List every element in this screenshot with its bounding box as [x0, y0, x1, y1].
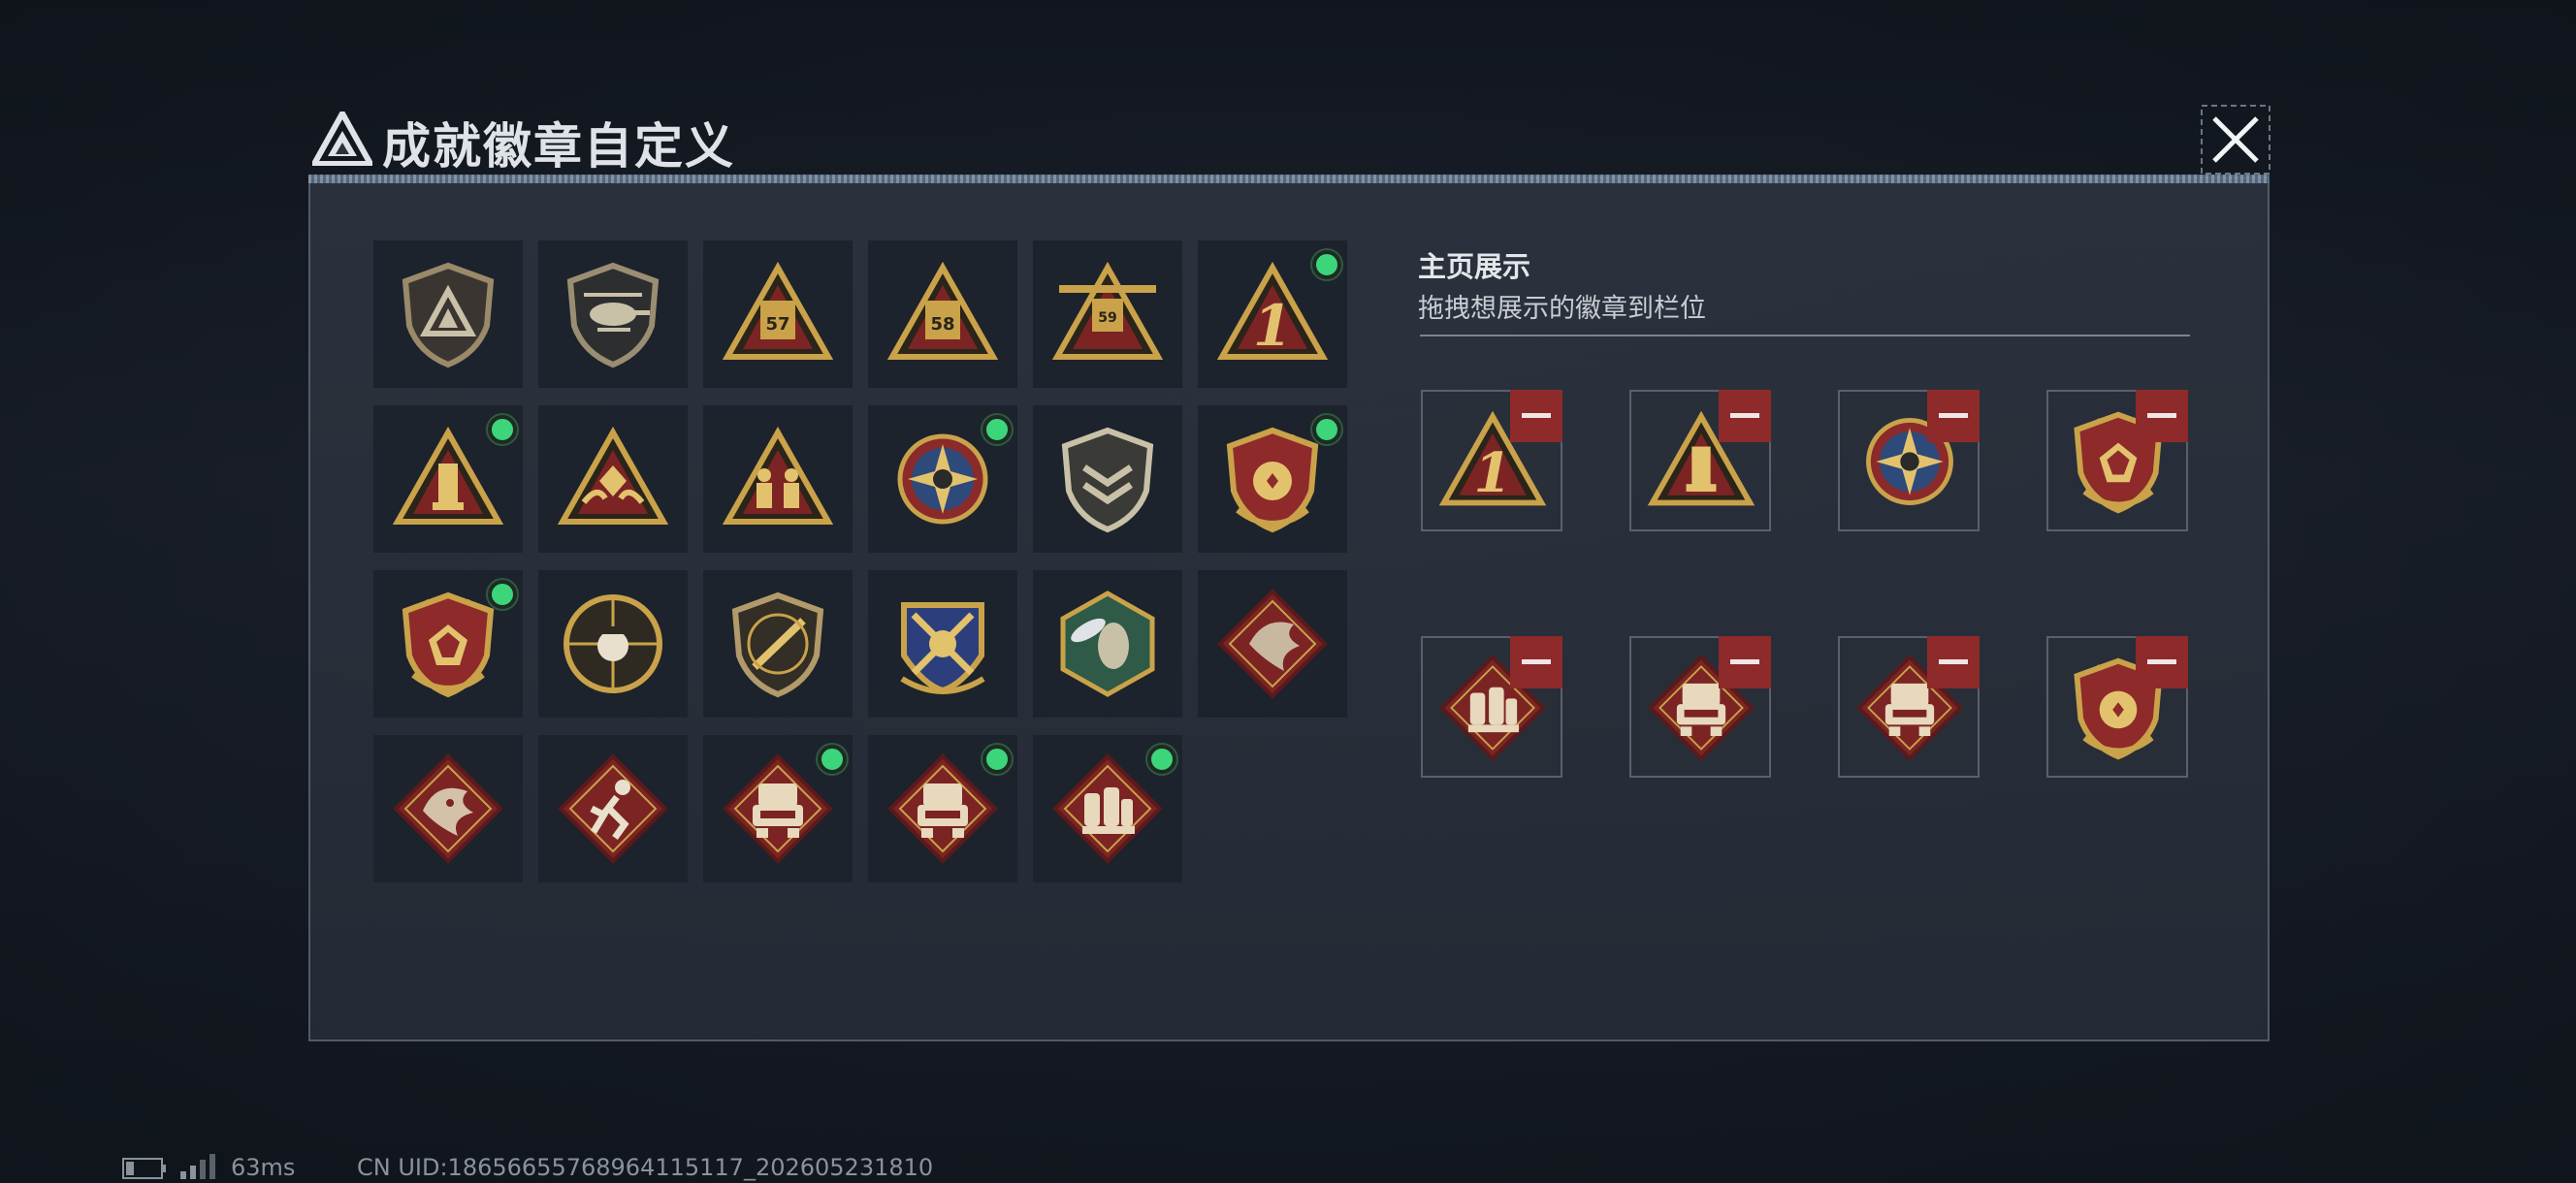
new-indicator-dot — [982, 745, 1012, 774]
close-icon[interactable] — [2201, 105, 2270, 175]
badge-cell[interactable] — [538, 570, 688, 718]
triangle-soldiers-badge-icon — [722, 426, 834, 525]
ping-readout: 63ms — [231, 1154, 296, 1181]
signal-icon — [180, 1154, 215, 1179]
rifle-shield-badge-icon — [731, 592, 824, 698]
display-slot[interactable] — [2046, 390, 2188, 531]
triangle-tower-badge-icon — [392, 426, 504, 525]
badge-cell[interactable] — [373, 735, 523, 882]
svg-text:1: 1 — [1474, 441, 1512, 505]
svg-text:59: 59 — [1098, 310, 1116, 326]
display-slot[interactable] — [1629, 390, 1771, 531]
new-indicator-dot — [488, 580, 517, 609]
panel-divider — [308, 175, 2270, 183]
display-divider — [1420, 335, 2190, 336]
remove-badge-button[interactable] — [2136, 636, 2188, 688]
badge-cell[interactable] — [868, 570, 1017, 718]
new-indicator-dot — [1147, 745, 1176, 774]
crested-shield-wreath-badge-icon — [1226, 427, 1319, 533]
vehicle-diamond-badge-icon — [723, 753, 833, 864]
display-slot[interactable] — [1838, 636, 1980, 778]
svg-text:1: 1 — [1253, 293, 1292, 359]
star-compass-medal-badge-icon — [897, 433, 988, 525]
badge-cell[interactable] — [373, 570, 523, 718]
supplies-diamond-badge-icon — [1052, 753, 1163, 864]
display-slot[interactable] — [1838, 390, 1980, 531]
crested-gem-shield-badge-icon — [402, 592, 495, 698]
display-slot[interactable] — [1421, 636, 1562, 778]
uid-readout: CN UID:18656655768964115117_202605231810 — [357, 1154, 934, 1181]
triangle-number-one-badge-icon: 1 — [1216, 261, 1329, 360]
header: 成就徽章自定义 — [306, 102, 2270, 181]
display-slot[interactable]: 1 — [1421, 390, 1562, 531]
triangle-59-winged-badge-icon: 59 — [1051, 261, 1164, 360]
display-slot[interactable] — [2046, 636, 2188, 778]
badge-cell[interactable] — [373, 240, 523, 388]
remove-badge-button[interactable] — [2136, 390, 2188, 442]
badge-cell[interactable] — [703, 570, 853, 718]
triangle-58-badge-icon: 58 — [886, 261, 999, 360]
display-slot[interactable] — [1629, 636, 1771, 778]
helicopter-shield-badge-icon — [566, 262, 660, 368]
remove-badge-button[interactable] — [1510, 390, 1562, 442]
battery-icon — [122, 1158, 166, 1179]
svg-text:57: 57 — [765, 314, 789, 335]
dragon-head-diamond-badge-icon — [393, 753, 503, 864]
badge-cell[interactable] — [538, 735, 688, 882]
new-indicator-dot — [1312, 250, 1341, 279]
badge-cell[interactable] — [1033, 570, 1182, 718]
page-title: 成就徽章自定义 — [382, 118, 735, 175]
badge-cell[interactable] — [538, 240, 688, 388]
remove-badge-button[interactable] — [1719, 390, 1771, 442]
dragon-diamond-badge-icon — [1217, 589, 1328, 699]
badge-cell[interactable] — [538, 405, 688, 553]
badge-cell[interactable] — [1033, 735, 1182, 882]
display-title: 主页展示 — [1418, 250, 1531, 283]
new-indicator-dot — [488, 415, 517, 444]
badge-cell[interactable] — [1198, 405, 1347, 553]
badge-cell[interactable] — [703, 735, 853, 882]
display-subtitle: 拖拽想展示的徽章到栏位 — [1418, 294, 1706, 324]
runner-diamond-badge-icon — [558, 753, 668, 864]
triangle-hands-gem-badge-icon — [557, 426, 669, 525]
skull-crosshair-badge-icon — [564, 594, 662, 693]
triangle-57-badge-icon: 57 — [722, 261, 834, 360]
new-indicator-dot — [982, 415, 1012, 444]
badge-cell[interactable]: 59 — [1033, 240, 1182, 388]
shield-logo-badge-icon — [402, 262, 495, 368]
badge-cell[interactable] — [703, 405, 853, 553]
new-indicator-dot — [818, 745, 847, 774]
badge-cell[interactable] — [868, 735, 1017, 882]
green-hex-wasp-badge-icon — [1060, 591, 1155, 697]
badge-cell[interactable] — [1198, 570, 1347, 718]
remove-badge-button[interactable] — [1927, 390, 1980, 442]
badge-cell[interactable] — [868, 405, 1017, 553]
new-indicator-dot — [1312, 415, 1341, 444]
crossed-weapons-crest-badge-icon — [900, 602, 985, 694]
badge-cell[interactable] — [373, 405, 523, 553]
badge-cell[interactable]: 1 — [1198, 240, 1347, 388]
badge-cell[interactable]: 57 — [703, 240, 853, 388]
svg-text:58: 58 — [930, 314, 954, 335]
badge-cell[interactable]: 58 — [868, 240, 1017, 388]
vehicle-diamond-badge-2-icon — [887, 753, 998, 864]
chevron-shield-badge-icon — [1061, 427, 1154, 533]
remove-badge-button[interactable] — [1510, 636, 1562, 688]
remove-badge-button[interactable] — [1927, 636, 1980, 688]
triangle-logo-icon — [312, 112, 372, 166]
remove-badge-button[interactable] — [1719, 636, 1771, 688]
badge-cell[interactable] — [1033, 405, 1182, 553]
